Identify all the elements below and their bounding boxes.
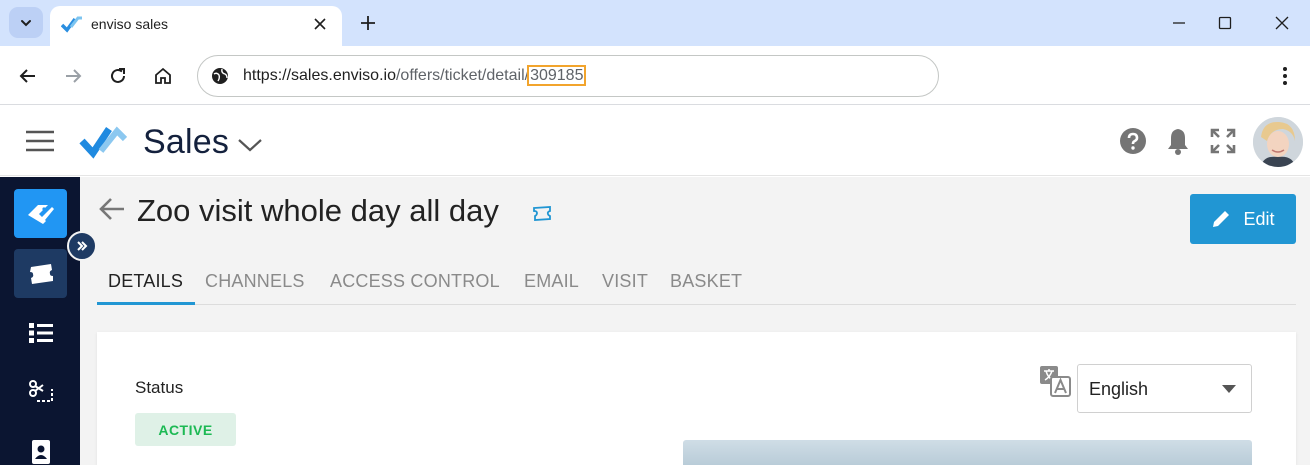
bell-icon [1168, 129, 1188, 155]
plus-icon [361, 16, 375, 30]
new-tab-button[interactable] [354, 9, 382, 37]
browser-tab-strip: enviso sales [0, 0, 1310, 46]
reload-icon [111, 68, 125, 83]
avatar-image [1253, 117, 1303, 167]
tab-basket[interactable]: BASKET [670, 271, 742, 292]
help-icon [1120, 128, 1146, 154]
browser-toolbar: https://sales.enviso.io/offers/ticket/de… [0, 46, 1310, 105]
hamburger-menu-icon[interactable] [26, 130, 54, 152]
url-highlight: 309185 [527, 65, 587, 86]
address-bar[interactable]: https://sales.enviso.io/offers/ticket/de… [197, 55, 939, 97]
enviso-logo-icon [61, 16, 82, 33]
tag-icon [27, 204, 54, 224]
tab-title: enviso sales [91, 16, 169, 32]
list-icon [28, 322, 53, 343]
url-path: /offers/ticket/detail/ [395, 67, 530, 84]
tab-search-button[interactable] [9, 7, 43, 38]
sidebar-item-scan[interactable] [14, 367, 67, 416]
language-select[interactable]: English [1077, 364, 1252, 413]
active-tab-indicator [97, 302, 195, 305]
tab-visit[interactable]: VISIT [602, 271, 648, 292]
status-label: Status [135, 378, 184, 397]
url-text: https://sales.enviso.io/offers/ticket/de… [243, 65, 587, 86]
maximize-button[interactable] [1205, 8, 1245, 38]
sidebar-item-list[interactable] [14, 308, 67, 357]
browser-menu-button[interactable] [1271, 60, 1299, 92]
reload-button[interactable] [102, 60, 134, 92]
user-avatar[interactable] [1253, 117, 1303, 167]
status-badge: ACTIVE [135, 413, 236, 446]
forward-button[interactable] [57, 60, 89, 92]
sidebar [0, 177, 80, 465]
minimize-icon [1173, 22, 1185, 24]
tab-channels[interactable]: CHANNELS [205, 271, 305, 292]
arrow-right-icon [66, 69, 82, 83]
page-title: Zoo visit whole day all day [137, 193, 499, 228]
minimize-button[interactable] [1159, 8, 1199, 38]
fullscreen-button[interactable] [1208, 126, 1238, 156]
edit-button[interactable]: Edit [1190, 194, 1296, 244]
site-info-icon[interactable] [210, 66, 230, 86]
chevron-down-icon [21, 19, 31, 26]
tab-access-control[interactable]: ACCESS CONTROL [330, 271, 500, 292]
back-arrow-icon[interactable] [97, 194, 127, 224]
chevron-down-icon[interactable] [236, 136, 264, 154]
browser-tab[interactable]: enviso sales [50, 6, 342, 46]
sidebar-item-tickets[interactable] [14, 249, 67, 298]
caret-down-icon [1222, 385, 1236, 393]
maximize-icon [1218, 16, 1232, 30]
scissors-icon [28, 379, 53, 402]
double-chevron-right-icon [77, 241, 88, 251]
help-button[interactable] [1118, 126, 1148, 156]
app-header: Sales [0, 106, 1310, 176]
sidebar-item-offers[interactable] [14, 189, 67, 238]
translate-icon [1040, 366, 1071, 397]
more-vertical-icon [1283, 67, 1287, 85]
enviso-logo [79, 126, 127, 159]
close-window-button[interactable] [1262, 8, 1302, 38]
contacts-icon [31, 439, 50, 464]
back-button[interactable] [12, 60, 44, 92]
sidebar-expand-button[interactable] [67, 231, 97, 261]
home-button[interactable] [147, 60, 179, 92]
close-icon [1275, 16, 1289, 30]
sidebar-item-contacts[interactable] [14, 427, 67, 465]
ticket-type-icon [533, 206, 551, 221]
offer-image [683, 440, 1252, 465]
pencil-icon [1213, 211, 1230, 227]
url-host: https://sales.enviso.io [243, 67, 396, 84]
arrow-left-icon [19, 69, 35, 83]
main-content: Zoo visit whole day all day Edit DETAILS… [80, 177, 1310, 465]
tab-email[interactable]: EMAIL [524, 271, 579, 292]
app-name: Sales [143, 123, 230, 161]
ticket-icon [29, 263, 53, 284]
details-card: Status ACTIVE English [97, 332, 1296, 465]
language-select-value: English [1089, 379, 1149, 399]
close-tab-icon[interactable] [308, 12, 332, 36]
detail-tabs: DETAILS CHANNELS ACCESS CONTROL EMAIL VI… [97, 268, 1296, 305]
notifications-button[interactable] [1163, 126, 1193, 156]
home-icon [155, 67, 171, 84]
edit-button-label: Edit [1243, 208, 1275, 229]
fullscreen-icon [1210, 128, 1236, 154]
tab-details[interactable]: DETAILS [108, 271, 183, 292]
